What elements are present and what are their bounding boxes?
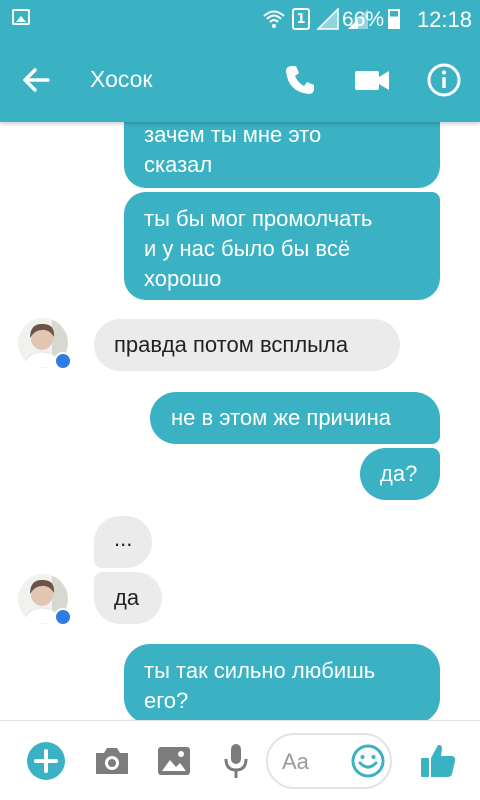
message-line: да	[114, 585, 140, 610]
phone-icon[interactable]	[282, 62, 318, 98]
incoming-message[interactable]: правда потом всплыла	[94, 319, 400, 371]
message-input[interactable]: Aa	[266, 733, 392, 789]
outgoing-message[interactable]: зачем ты мне это сказал	[124, 122, 440, 188]
outgoing-message[interactable]: ты так сильно любишь его?	[124, 644, 440, 720]
signal-icon	[316, 8, 339, 30]
emoji-icon[interactable]	[350, 743, 386, 779]
outgoing-message[interactable]: ты бы мог промолчать и у нас было бы всё…	[124, 192, 440, 300]
gallery-icon[interactable]	[154, 741, 194, 781]
clock: 12:18	[416, 7, 472, 32]
video-camera-icon[interactable]	[352, 62, 392, 98]
wifi-icon	[263, 10, 285, 28]
microphone-icon[interactable]	[216, 741, 256, 781]
outgoing-message[interactable]: не в этом же причина	[150, 392, 440, 444]
status-bar: 1 66% 12:18	[0, 0, 480, 38]
info-icon[interactable]	[426, 62, 462, 98]
battery-icon	[388, 9, 400, 29]
composer-bar: Aa	[0, 720, 480, 800]
contact-avatar[interactable]	[18, 574, 72, 626]
message-line: сказал	[144, 152, 213, 177]
messenger-badge-icon	[54, 352, 72, 370]
contact-name[interactable]: Хосок	[90, 66, 153, 93]
incoming-message[interactable]: ...	[94, 516, 152, 568]
message-line: не в этом же причина	[171, 405, 391, 430]
incoming-message[interactable]: да	[94, 572, 162, 624]
message-line: ты бы мог промолчать	[144, 206, 373, 231]
message-line: зачем ты мне это	[144, 122, 322, 147]
outgoing-message[interactable]: да?	[360, 448, 440, 500]
message-line: ...	[114, 526, 133, 551]
message-line: его?	[144, 688, 189, 713]
add-icon[interactable]	[26, 741, 66, 781]
conversation-header: Хосок	[0, 38, 480, 122]
message-line: да?	[380, 461, 418, 486]
message-input-placeholder: Aa	[282, 749, 309, 774]
message-line: и у нас было бы всё	[144, 236, 351, 261]
messenger-badge-icon	[54, 608, 72, 626]
message-list: зачем ты мне это сказал ты бы мог промол…	[0, 122, 480, 720]
message-line: хорошо	[144, 266, 222, 291]
camera-icon[interactable]	[92, 741, 132, 781]
contact-avatar[interactable]	[18, 318, 72, 370]
back-arrow-icon[interactable]	[18, 62, 54, 98]
thumbs-up-icon[interactable]	[418, 741, 458, 781]
message-line: ты так сильно любишь	[144, 658, 376, 683]
battery-percentage: 66%	[341, 8, 384, 31]
message-line: правда потом всплыла	[114, 332, 349, 357]
sim-slot-indicator: 1	[292, 8, 310, 30]
gallery-notification-icon	[12, 9, 30, 25]
